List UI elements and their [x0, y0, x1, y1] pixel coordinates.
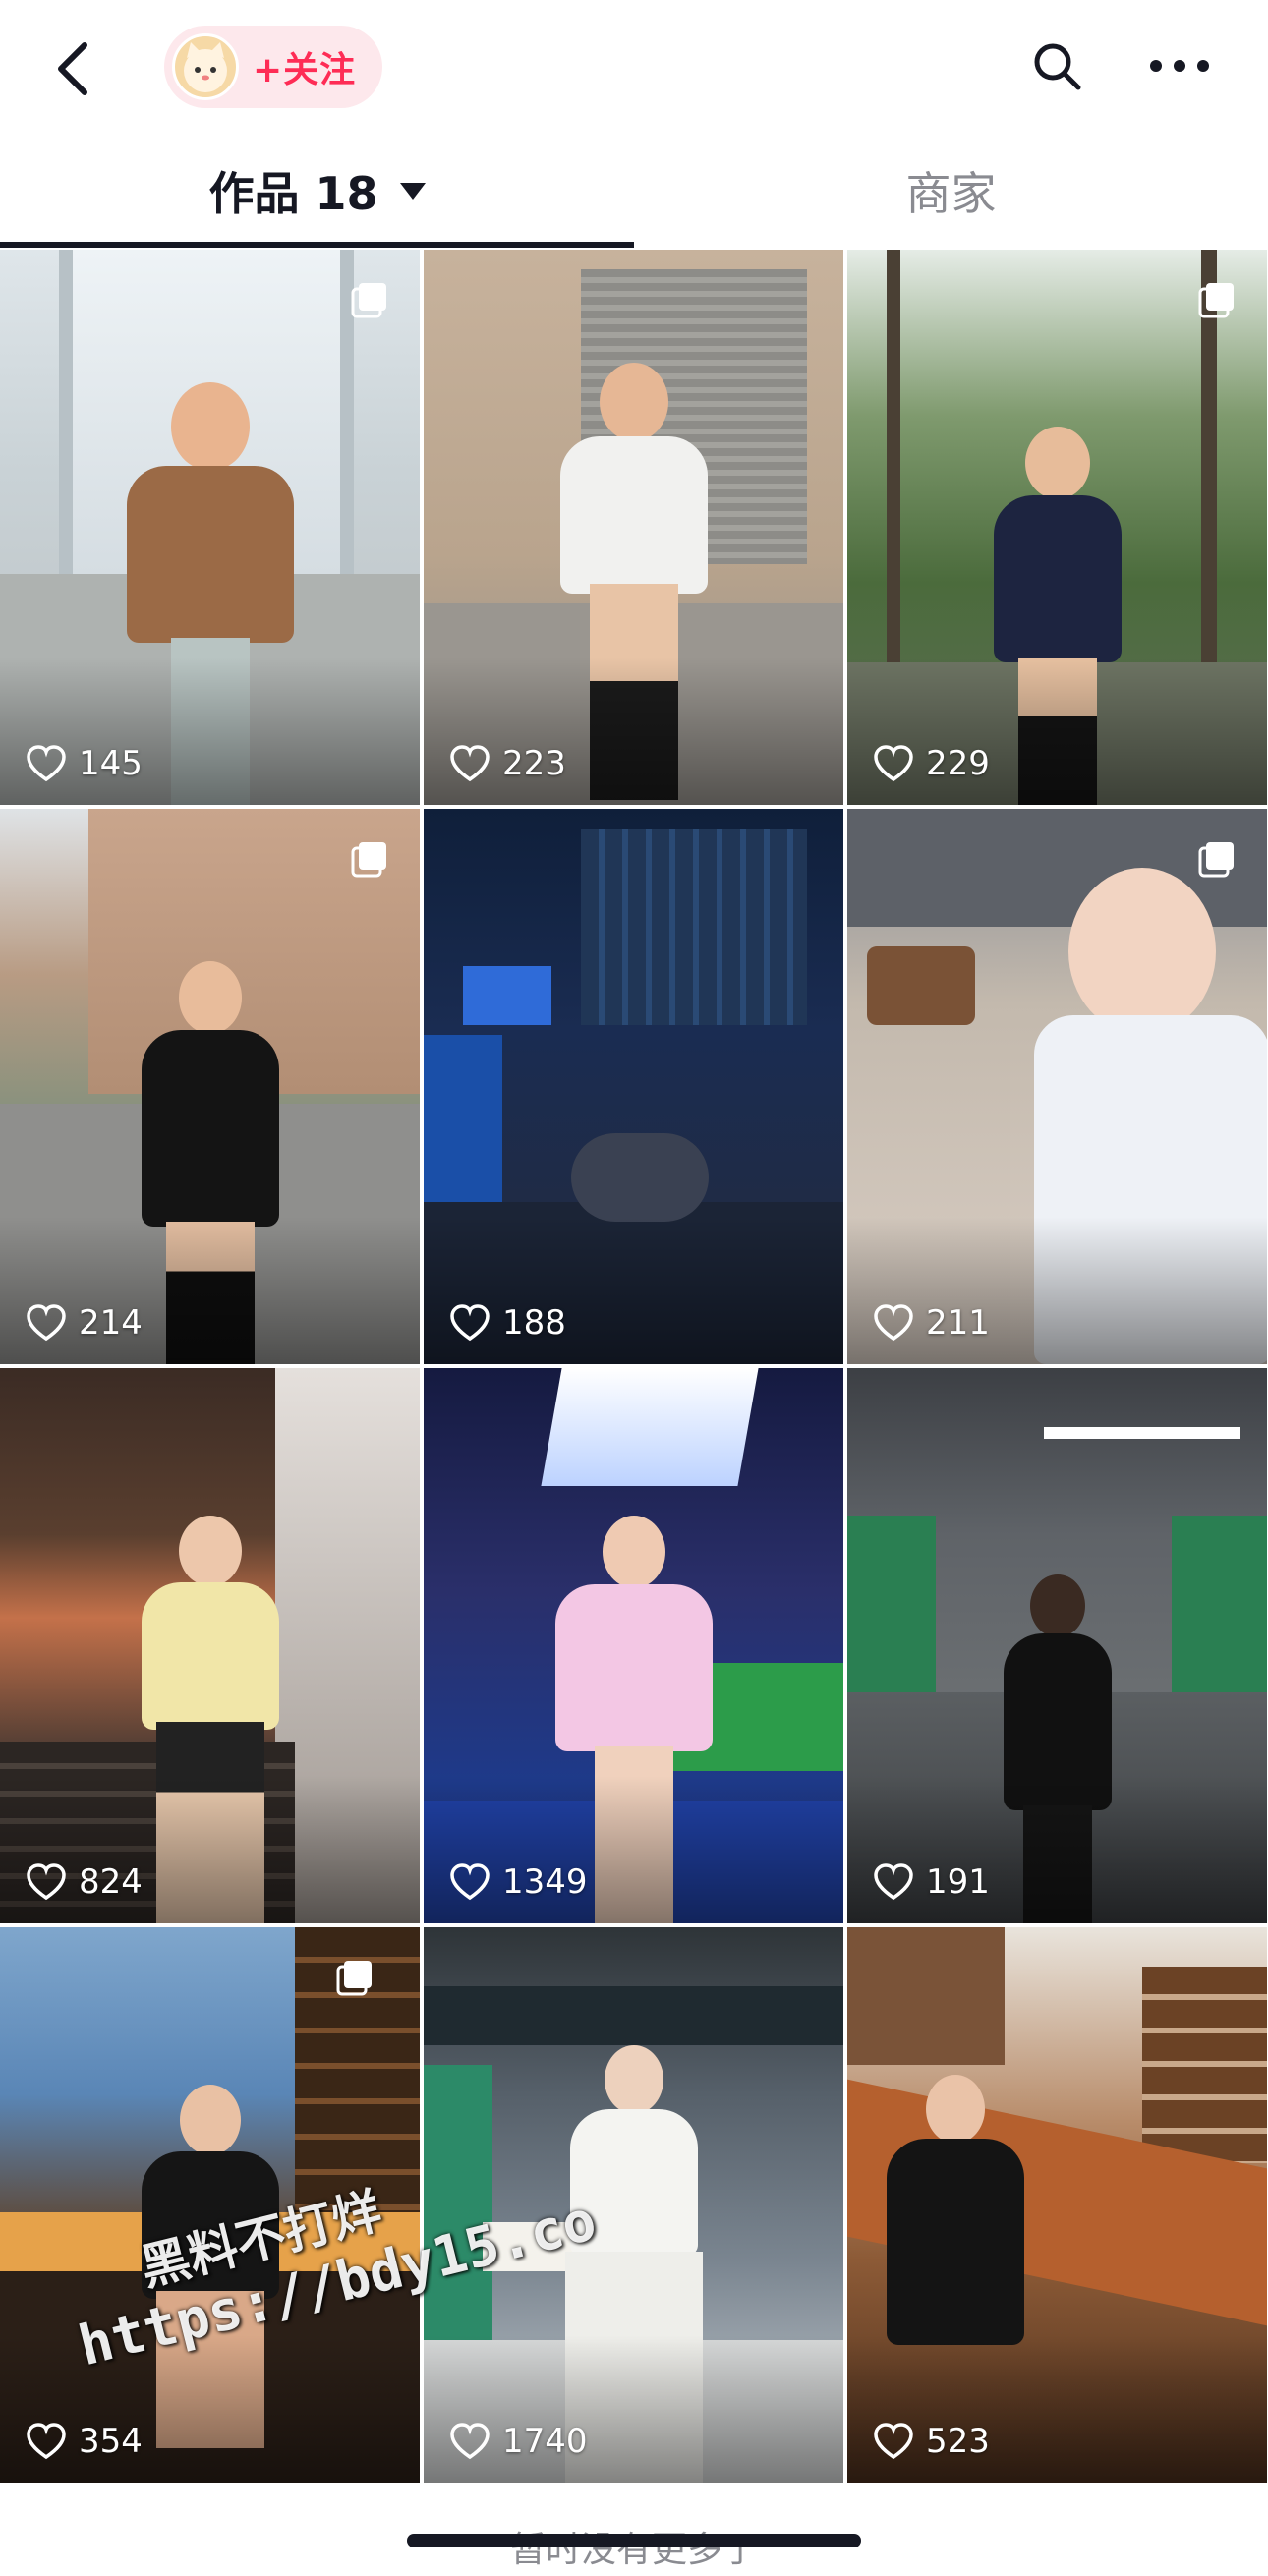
- heart-icon: [450, 745, 490, 782]
- multi-image-icon: [351, 283, 386, 318]
- search-button[interactable]: [1022, 31, 1091, 100]
- multi-image-icon: [351, 842, 386, 878]
- caret-down-icon[interactable]: [399, 182, 426, 200]
- profile-header: +关注: [0, 0, 1268, 133]
- follow-button[interactable]: +关注: [164, 26, 382, 108]
- more-button[interactable]: [1140, 31, 1219, 100]
- active-tab-indicator: [0, 242, 634, 248]
- tab-works[interactable]: 作品 18: [0, 138, 634, 244]
- follow-label: +关注: [253, 50, 357, 90]
- heart-icon: [450, 2423, 490, 2460]
- heart-icon: [874, 1304, 913, 1342]
- like-count-value: 145: [79, 744, 143, 783]
- tab-merchant[interactable]: 商家: [634, 138, 1268, 244]
- post-tile[interactable]: 1740: [424, 1927, 843, 2483]
- heart-icon: [450, 1863, 490, 1901]
- like-count-value: 223: [502, 744, 566, 783]
- like-count: 824: [26, 1862, 143, 1902]
- like-count-value: 229: [926, 744, 990, 783]
- heart-icon: [27, 1863, 66, 1901]
- heart-icon: [874, 2423, 913, 2460]
- post-tile[interactable]: 223: [424, 250, 843, 805]
- like-count-value: 1349: [502, 1862, 588, 1902]
- heart-icon: [27, 2423, 66, 2460]
- like-count-value: 214: [79, 1303, 143, 1343]
- post-tile[interactable]: 191: [847, 1368, 1267, 1923]
- like-count-value: 354: [79, 2422, 143, 2461]
- like-count: 1740: [449, 2422, 588, 2461]
- like-count: 211: [873, 1303, 990, 1343]
- like-count: 145: [26, 744, 143, 783]
- heart-icon: [27, 1304, 66, 1342]
- like-count: 223: [449, 744, 566, 783]
- like-count-value: 824: [79, 1862, 143, 1902]
- multi-image-icon: [336, 1961, 372, 1996]
- post-tile[interactable]: 229: [847, 250, 1267, 805]
- heart-icon: [27, 745, 66, 782]
- heart-icon: [874, 1863, 913, 1901]
- tab-works-label: 作品 18: [208, 167, 378, 220]
- home-indicator[interactable]: [407, 2534, 861, 2547]
- more-dots-icon: [1150, 60, 1209, 72]
- like-count: 214: [26, 1303, 143, 1343]
- like-count: 188: [449, 1303, 566, 1343]
- back-button[interactable]: [43, 29, 102, 108]
- like-count: 354: [26, 2422, 143, 2461]
- heart-icon: [450, 1304, 490, 1342]
- like-count: 1349: [449, 1862, 588, 1902]
- like-count-value: 191: [926, 1862, 990, 1902]
- chevron-left-icon: [58, 42, 87, 95]
- cartoon-avatar-icon: [184, 42, 227, 92]
- like-count-value: 188: [502, 1303, 566, 1343]
- like-count-value: 523: [926, 2422, 990, 2461]
- search-icon: [1034, 43, 1081, 90]
- post-tile[interactable]: 214: [0, 809, 420, 1364]
- tab-merchant-label: 商家: [905, 167, 997, 220]
- like-count: 523: [873, 2422, 990, 2461]
- avatar[interactable]: [172, 33, 239, 100]
- like-count: 191: [873, 1862, 990, 1902]
- post-tile[interactable]: 145: [0, 250, 420, 805]
- post-tile[interactable]: 354: [0, 1927, 420, 2483]
- post-tile[interactable]: 211: [847, 809, 1267, 1364]
- multi-image-icon: [1198, 283, 1234, 318]
- post-tile[interactable]: 824: [0, 1368, 420, 1923]
- post-tile[interactable]: 523: [847, 1927, 1267, 2483]
- like-count-value: 1740: [502, 2422, 588, 2461]
- multi-image-icon: [1198, 842, 1234, 878]
- post-tile[interactable]: 188: [424, 809, 843, 1364]
- like-count-value: 211: [926, 1303, 990, 1343]
- like-count: 229: [873, 744, 990, 783]
- post-tile[interactable]: 1349: [424, 1368, 843, 1923]
- heart-icon: [874, 745, 913, 782]
- profile-tabs: 作品 18 商家: [0, 138, 1268, 248]
